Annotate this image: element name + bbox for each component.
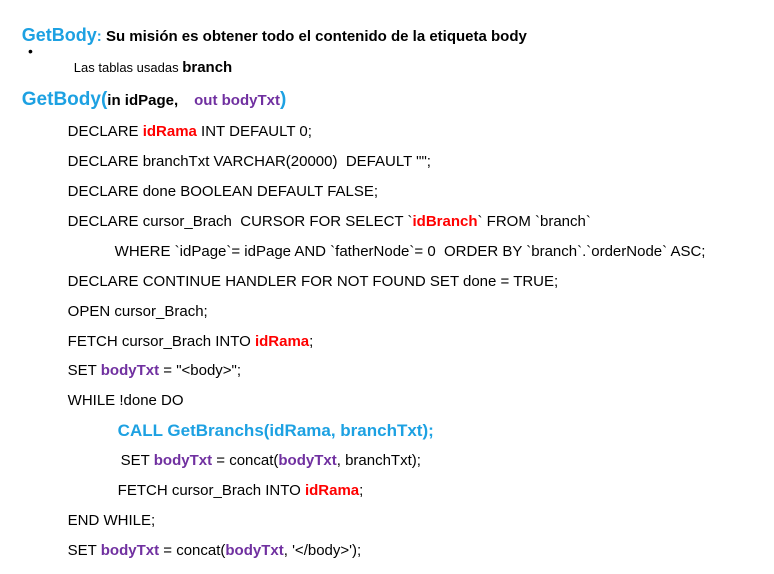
code-text: DECLARE CONTINUE HANDLER FOR NOT FOUND S… [67, 273, 559, 290]
signature-close: ) [279, 89, 287, 110]
var-idrama: idRama [254, 333, 310, 350]
heading-title: GetBody [21, 25, 97, 45]
var-idrama: idRama [142, 123, 197, 140]
code-text: ; [309, 333, 314, 350]
code-line-15: SET bodyTxt = concat(bodyTxt, '</body>')… [51, 528, 362, 573]
signature-param2: bodyTxt [221, 92, 280, 109]
var-bodytxt: bodyTxt [100, 362, 160, 379]
code-text: DECLARE done BOOLEAN DEFAULT FALSE; [67, 183, 379, 200]
bullet-symbol: • [28, 43, 33, 59]
bullet-prefix: Las tablas usadas [73, 60, 183, 75]
code-text: = "<body>"; [159, 362, 242, 379]
code-text: DECLARE cursor_Brach CURSOR FOR SELECT ` [67, 213, 413, 230]
code-text: , '</body>'); [283, 542, 362, 559]
code-text: DECLARE branchTxt VARCHAR(20000) DEFAULT… [67, 153, 431, 170]
var-idrama: idRama [304, 482, 360, 499]
code-text: , branchTxt); [336, 452, 421, 469]
code-text: WHERE `idPage`= idPage AND `fatherNode`=… [114, 243, 706, 260]
heading-description: Su misión es obtener todo el contenido d… [101, 28, 527, 45]
var-bodytxt: bodyTxt [225, 542, 284, 559]
code-text: DECLARE [67, 123, 143, 140]
code-text: FETCH cursor_Brach INTO [117, 482, 305, 499]
code-text: SET [120, 452, 154, 469]
var-bodytxt: bodyTxt [100, 542, 160, 559]
code-text: = concat( [159, 542, 226, 559]
code-text: SET [67, 542, 101, 559]
signature-out-keyword: out [194, 92, 222, 109]
var-bodytxt: bodyTxt [278, 452, 337, 469]
code-text: OPEN cursor_Brach; [67, 303, 208, 320]
code-text: ; [359, 482, 364, 499]
code-text: ` FROM `branch` [477, 213, 591, 230]
code-text: INT DEFAULT 0; [196, 123, 312, 140]
code-text: SET [67, 362, 101, 379]
document-page: GetBody: Su misión es obtener todo el co… [0, 0, 774, 558]
code-text: = concat( [212, 452, 279, 469]
signature-name: GetBody( [21, 89, 108, 110]
code-text: END WHILE; [67, 512, 156, 529]
var-bodytxt: bodyTxt [153, 452, 213, 469]
signature-param1: in idPage, [107, 92, 179, 109]
var-idbranch: idBranch [412, 213, 478, 230]
